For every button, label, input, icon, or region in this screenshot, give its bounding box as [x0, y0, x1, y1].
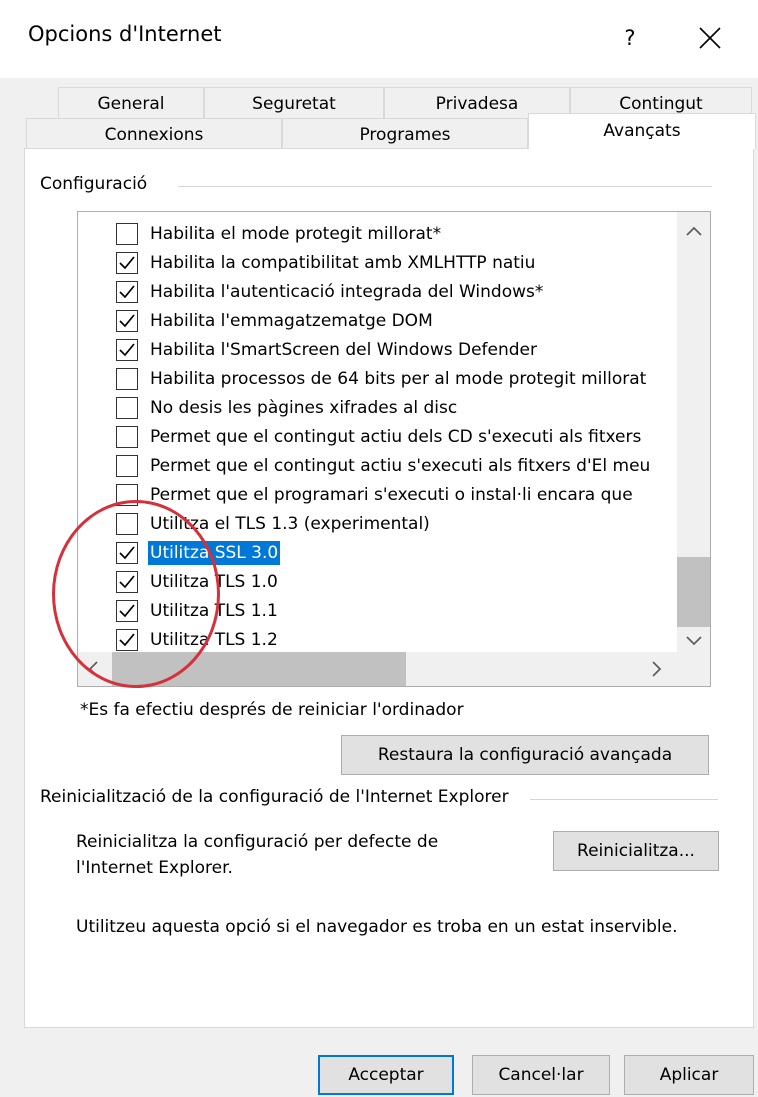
setting-label: Habilita processos de 64 bits per al mod… — [150, 369, 647, 389]
restart-note: *Es fa efectiu després de reiniciar l'or… — [80, 700, 464, 720]
scroll-left-button[interactable] — [86, 661, 100, 682]
setting-checkbox[interactable] — [116, 571, 138, 593]
cancel-button[interactable]: Cancel·lar — [472, 1055, 610, 1095]
settings-group-line — [178, 186, 712, 187]
checkmark-icon — [119, 256, 135, 270]
advanced-settings-list[interactable]: Habilita el mode protegit millorat* Habil… — [77, 211, 711, 687]
setting-label: Habilita el mode protegit millorat* — [150, 224, 442, 244]
setting-row[interactable]: Habilita l'autenticació integrada del Wi… — [116, 278, 706, 307]
horizontal-scroll-thumb[interactable] — [112, 652, 406, 686]
reset-description-line1: Reinicialitza la configuració per defect… — [76, 832, 439, 852]
setting-checkbox[interactable] — [116, 455, 138, 477]
setting-checkbox[interactable] — [116, 629, 138, 651]
window-title: Opcions d'Internet — [28, 22, 222, 46]
close-icon — [699, 27, 721, 49]
setting-row[interactable]: No desis les pàgines xifrades al disc — [116, 394, 706, 423]
tab-security[interactable]: Seguretat — [204, 87, 384, 119]
setting-checkbox[interactable] — [116, 397, 138, 419]
setting-row[interactable]: Habilita l'emmagatzematge DOM — [116, 307, 706, 336]
setting-checkbox[interactable] — [116, 339, 138, 361]
tab-connections[interactable]: Connexions — [26, 118, 282, 150]
setting-row[interactable]: Permet que el contingut actiu s'executi … — [116, 452, 706, 481]
settings-group-label: Configuració — [40, 174, 154, 194]
setting-row[interactable]: Habilita processos de 64 bits per al mod… — [116, 365, 706, 394]
setting-checkbox[interactable] — [116, 252, 138, 274]
checkmark-icon — [119, 314, 135, 328]
close-button[interactable] — [682, 16, 738, 60]
tab-general[interactable]: General — [58, 87, 204, 119]
chevron-left-icon — [88, 661, 98, 677]
setting-row[interactable]: Utilitza TLS 1.1 — [116, 597, 706, 626]
setting-row[interactable]: Permet que el programari s'executi o ins… — [116, 481, 706, 510]
setting-checkbox[interactable] — [116, 281, 138, 303]
reset-description-line2: l'Internet Explorer. — [76, 858, 233, 878]
setting-checkbox[interactable] — [116, 600, 138, 622]
reset-group-label: Reinicialització de la configuració de l… — [40, 787, 515, 807]
setting-label: No desis les pàgines xifrades al disc — [150, 398, 458, 418]
chevron-down-icon — [686, 636, 702, 646]
scroll-right-button[interactable] — [650, 661, 664, 682]
checkmark-icon — [119, 633, 135, 647]
tab-advanced[interactable]: Avançats — [528, 113, 756, 149]
setting-checkbox[interactable] — [116, 310, 138, 332]
setting-checkbox[interactable] — [116, 426, 138, 448]
checkmark-icon — [119, 546, 135, 560]
setting-label: Utilitza TLS 1.2 — [150, 630, 278, 650]
setting-row[interactable]: Utilitza TLS 1.0 — [116, 568, 706, 597]
setting-row[interactable]: Habilita la compatibilitat amb XMLHTTP n… — [116, 249, 706, 278]
horizontal-scrollbar[interactable] — [78, 652, 677, 686]
scroll-down-button[interactable] — [677, 630, 710, 651]
setting-label: Utilitza TLS 1.0 — [150, 572, 278, 592]
setting-row[interactable]: Utilitza el TLS 1.3 (experimental) — [116, 510, 706, 539]
reset-warning: Utilitzeu aquesta opció si el navegador … — [76, 917, 678, 937]
setting-label: Utilitza el TLS 1.3 (experimental) — [150, 514, 430, 534]
setting-checkbox[interactable] — [116, 368, 138, 390]
chevron-right-icon — [652, 661, 662, 677]
checkmark-icon — [119, 575, 135, 589]
setting-label: Permet que el contingut actiu s'executi … — [150, 456, 651, 476]
setting-checkbox[interactable] — [116, 223, 138, 245]
reset-group-line — [530, 799, 718, 800]
setting-checkbox[interactable] — [116, 542, 138, 564]
setting-label: Permet que el contingut actiu dels CD s'… — [150, 427, 642, 447]
scrollbar-corner — [677, 652, 710, 686]
setting-label: Habilita la compatibilitat amb XMLHTTP n… — [150, 253, 536, 273]
setting-row[interactable]: Habilita l'SmartScreen del Windows Defen… — [116, 336, 706, 365]
checkmark-icon — [119, 604, 135, 618]
checkmark-icon — [119, 285, 135, 299]
scroll-up-button[interactable] — [677, 220, 710, 241]
setting-checkbox[interactable] — [116, 513, 138, 535]
setting-label: Permet que el programari s'executi o ins… — [150, 485, 633, 505]
setting-label: Utilitza SSL 3.0 — [148, 541, 281, 565]
tab-programs[interactable]: Programes — [282, 118, 528, 150]
ok-button[interactable]: Acceptar — [318, 1055, 454, 1095]
setting-row[interactable]: Habilita el mode protegit millorat* — [116, 220, 706, 249]
setting-checkbox[interactable] — [116, 484, 138, 506]
setting-label: Utilitza TLS 1.1 — [150, 601, 278, 621]
setting-label: Habilita l'autenticació integrada del Wi… — [150, 282, 544, 302]
checkmark-icon — [119, 343, 135, 357]
setting-row[interactable]: Permet que el contingut actiu dels CD s'… — [116, 423, 706, 452]
setting-row[interactable]: Utilitza SSL 3.0 — [116, 539, 706, 568]
help-button[interactable]: ? — [606, 16, 654, 60]
vertical-scrollbar[interactable] — [677, 212, 710, 652]
vertical-scroll-thumb[interactable] — [677, 557, 710, 627]
apply-button[interactable]: Aplicar — [624, 1055, 754, 1095]
chevron-up-icon — [686, 226, 702, 236]
setting-label: Habilita l'SmartScreen del Windows Defen… — [150, 340, 537, 360]
setting-row[interactable]: Utilitza TLS 1.2 — [116, 626, 706, 655]
restore-advanced-button[interactable]: Restaura la configuració avançada — [341, 735, 709, 775]
setting-label: Habilita l'emmagatzematge DOM — [150, 311, 433, 331]
reset-button[interactable]: Reinicialitza... — [553, 831, 719, 871]
